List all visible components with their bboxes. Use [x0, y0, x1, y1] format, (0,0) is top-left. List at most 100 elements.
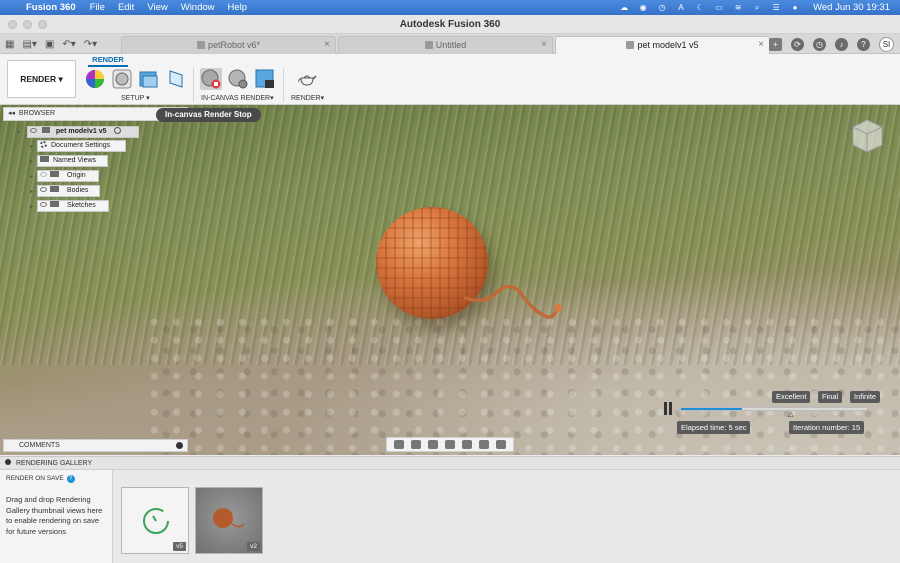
render-group-label[interactable]: RENDER▾	[291, 94, 324, 102]
setup-group-label[interactable]: SETUP ▾	[121, 94, 150, 102]
folder-icon	[50, 171, 59, 177]
look-at-icon[interactable]	[410, 440, 421, 449]
job-status-icon[interactable]: ◷	[813, 37, 826, 51]
data-panel-grid-icon[interactable]: ▦	[5, 39, 14, 50]
undo-icon[interactable]: ↶▾	[62, 39, 75, 50]
display-settings-icon[interactable]	[479, 440, 490, 449]
redo-icon[interactable]: ↷▾	[84, 39, 97, 50]
input-source-icon[interactable]: A	[676, 3, 686, 12]
browser-item-document-settings[interactable]: Document Settings	[37, 140, 126, 152]
expand-root-icon[interactable]: ▾	[17, 129, 20, 136]
menu-window[interactable]: Window	[181, 2, 215, 13]
wifi-icon[interactable]: ≋	[733, 3, 743, 12]
app-menu[interactable]: Fusion 360	[26, 2, 76, 13]
quality-excellent-label[interactable]: Excellent	[772, 391, 811, 403]
close-tab-icon[interactable]: ×	[758, 37, 764, 53]
fit-icon[interactable]	[462, 440, 473, 449]
close-tab-icon[interactable]: ×	[324, 37, 330, 53]
quick-access-toolbar: ▦ ▤▾ ▣ ↶▾ ↷▾	[0, 34, 121, 54]
ribbon-tab-render[interactable]: RENDER	[88, 55, 128, 67]
tab-label: pet modelv1 v5	[637, 40, 699, 50]
expand-icon[interactable]: ▸	[30, 143, 33, 150]
expand-icon[interactable]: ▸	[30, 173, 33, 180]
in-canvas-render-stop-icon[interactable]	[200, 68, 222, 90]
workspace-switcher-button[interactable]: RENDER ▾	[7, 60, 76, 98]
gallery-thumbnail-rendering[interactable]: v5	[121, 487, 189, 554]
texture-map-icon[interactable]	[139, 69, 159, 89]
expand-icon[interactable]: ▸	[30, 158, 33, 165]
pan-hand-icon[interactable]	[427, 440, 438, 449]
browser-root-component[interactable]: pet modelv1 v5	[27, 126, 139, 138]
browser-item-named-views[interactable]: Named Views	[37, 155, 108, 167]
browser-item-bodies[interactable]: Bodies	[37, 185, 100, 197]
in-canvas-group-label[interactable]: IN-CANVAS RENDER▾	[201, 94, 274, 102]
save-icon[interactable]: ▣	[45, 39, 54, 50]
view-cube[interactable]	[851, 118, 884, 154]
menu-help[interactable]: Help	[228, 2, 248, 13]
navigation-bar	[386, 437, 514, 452]
visibility-eye-icon[interactable]	[40, 187, 47, 192]
browser-item-label: Bodies	[67, 187, 89, 194]
gallery-thumbnail-render[interactable]: v2	[195, 487, 263, 554]
new-tab-plus-icon[interactable]: +	[769, 37, 782, 51]
add-comment-icon[interactable]	[176, 442, 183, 449]
grid-settings-icon[interactable]	[496, 440, 507, 449]
tab-label: petRobot v6*	[207, 40, 261, 50]
hidden-eye-icon[interactable]	[40, 172, 47, 177]
browser-item-label: Origin	[67, 172, 86, 179]
tab-pet-modelv1[interactable]: pet modelv1 v5 ×	[555, 36, 770, 54]
visibility-eye-icon[interactable]	[40, 202, 47, 207]
render-quality-slider[interactable]	[680, 407, 868, 411]
tab-petrobot[interactable]: petRobot v6* ×	[121, 36, 336, 54]
timer-icon[interactable]: ◷	[657, 3, 667, 12]
scene-settings-icon[interactable]	[112, 69, 132, 89]
expand-icon[interactable]: ▸	[30, 203, 33, 210]
activate-radio-icon[interactable]	[114, 127, 122, 134]
zoom-window-button[interactable]	[38, 20, 47, 29]
decal-icon[interactable]	[166, 69, 186, 89]
quality-infinite-label[interactable]: Infinite	[850, 391, 881, 403]
quality-final-label[interactable]: Final	[818, 391, 843, 403]
tab-untitled[interactable]: Untitled ×	[338, 36, 553, 54]
user-avatar[interactable]: SI	[879, 36, 894, 52]
component-icon	[41, 127, 50, 133]
orbit-icon[interactable]	[393, 440, 404, 449]
help-icon[interactable]: ?	[857, 37, 870, 51]
notifications-bell-icon[interactable]: ♪	[835, 37, 848, 51]
visibility-eye-icon[interactable]	[30, 128, 37, 133]
browser-title: BROWSER	[18, 110, 56, 117]
close-tab-icon[interactable]: ×	[541, 37, 547, 53]
spotlight-search-icon[interactable]: ⌕	[752, 3, 762, 12]
record-icon[interactable]: ◉	[638, 3, 648, 12]
file-menu-icon[interactable]: ▤▾	[22, 39, 36, 50]
menu-clock[interactable]: Wed Jun 30 19:31	[813, 2, 890, 13]
moon-icon[interactable]: ☾	[695, 3, 705, 12]
expand-icon[interactable]: ▸	[30, 188, 33, 195]
minimize-window-button[interactable]	[23, 20, 32, 29]
siri-icon[interactable]: ●	[790, 3, 800, 12]
folder-icon	[40, 156, 49, 162]
appearance-color-wheel-icon[interactable]	[85, 69, 105, 89]
zoom-icon[interactable]	[444, 440, 455, 449]
browser-item-origin[interactable]: Origin	[37, 170, 99, 182]
pause-render-icon[interactable]	[664, 402, 674, 415]
browser-item-label: Sketches	[67, 202, 96, 209]
close-window-button[interactable]	[8, 20, 17, 29]
rendering-gallery-header[interactable]: RENDERING GALLERY	[0, 456, 900, 470]
menu-edit[interactable]: Edit	[118, 2, 134, 13]
render-on-save-panel[interactable]: RENDER ON SAVE? Drag and drop Rendering …	[0, 470, 113, 563]
menu-view[interactable]: View	[147, 2, 167, 13]
browser-item-sketches[interactable]: Sketches	[37, 200, 109, 212]
capture-image-icon[interactable]	[255, 69, 275, 89]
extensions-icon[interactable]: ⟳	[791, 37, 804, 51]
collapse-gallery-icon[interactable]	[5, 459, 11, 465]
menu-file[interactable]: File	[90, 2, 105, 13]
control-center-icon[interactable]: ☰	[771, 3, 781, 12]
render-teapot-icon[interactable]	[297, 69, 317, 89]
battery-icon[interactable]: ▭	[714, 3, 724, 12]
comments-panel-header[interactable]: COMMENTS	[3, 439, 188, 452]
cloud-icon[interactable]: ☁	[619, 3, 629, 12]
in-canvas-render-settings-icon[interactable]	[228, 69, 248, 89]
settings-gear-icon	[40, 141, 47, 148]
help-question-icon[interactable]: ?	[66, 475, 75, 483]
